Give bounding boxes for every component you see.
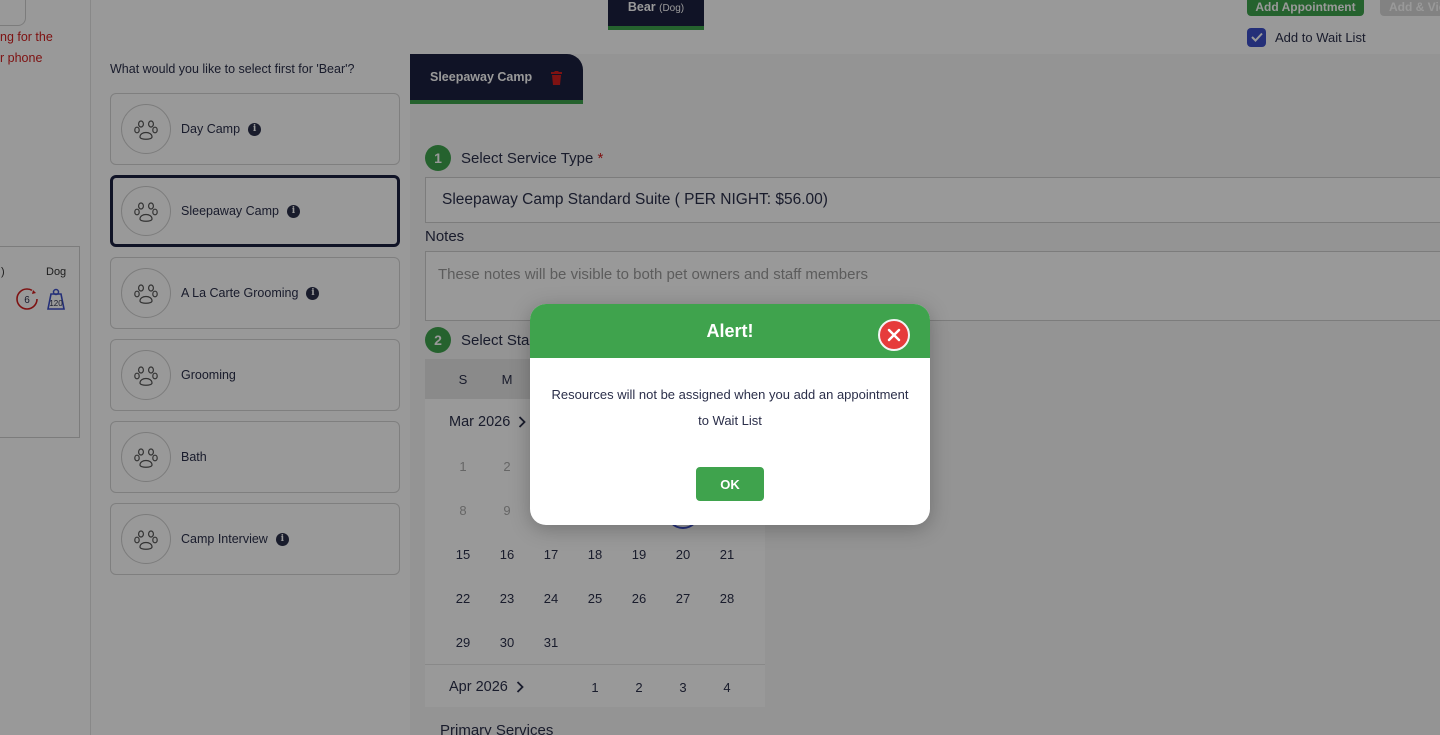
ok-button[interactable]: OK xyxy=(696,467,764,501)
alert-title: Alert! xyxy=(706,321,754,341)
close-icon xyxy=(887,328,901,342)
alert-dialog: Alert! Resources will not be assigned wh… xyxy=(530,304,930,525)
alert-message: Resources will not be assigned when you … xyxy=(551,387,909,428)
close-button[interactable] xyxy=(878,319,910,351)
